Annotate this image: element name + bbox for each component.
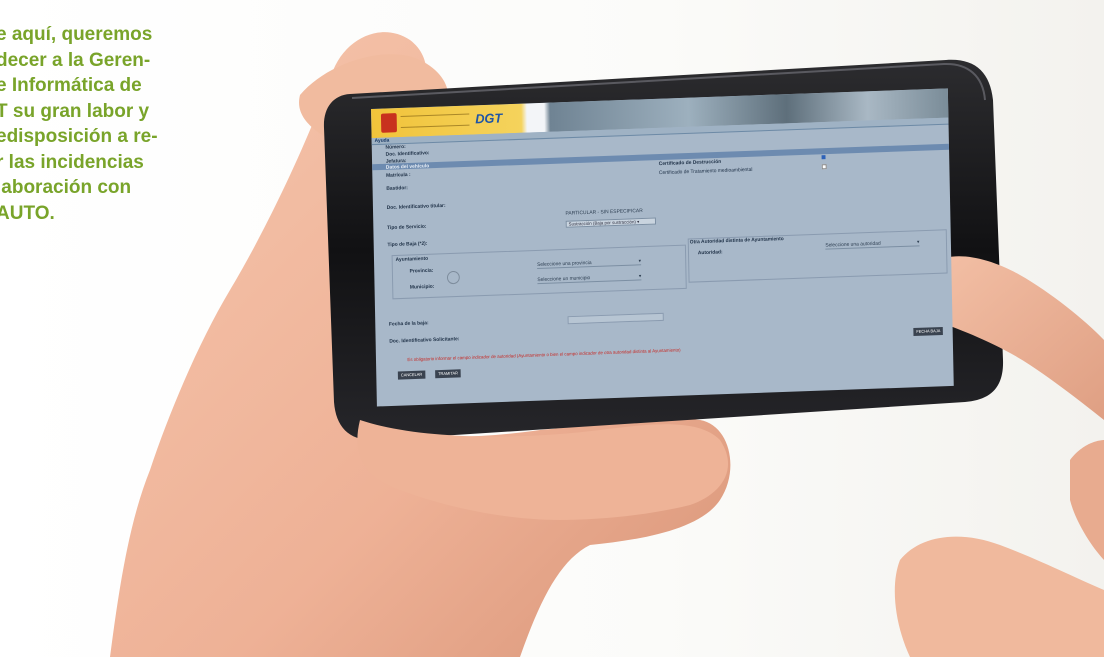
bastidor-label: Bastidor:: [386, 185, 408, 192]
provincia-label: Provincia:: [409, 267, 434, 275]
right-hand-edge: [1070, 440, 1104, 560]
autoridad-select-value: Seleccione una autoridad: [825, 240, 881, 249]
provincia-select-value: Seleccione una provincia: [537, 260, 592, 269]
tipo-baja-label: Tipo de Baja (*2):: [387, 240, 428, 249]
submit-button[interactable]: TRAMITAR: [435, 369, 461, 379]
error-message: Es obligatorio informar el campo indicad…: [407, 347, 681, 363]
tipo-baja-select[interactable]: Sustracción (Baja por sustracción) ▾: [565, 217, 657, 228]
matricula-label: Matrícula :: [386, 171, 411, 179]
doc-solicitante-label: Doc. Identificativo Solicitante:: [389, 336, 460, 345]
fecha-baja-input[interactable]: [567, 312, 664, 325]
ministry-logo: [400, 113, 470, 129]
dgt-logo: DGT: [475, 110, 503, 127]
chevron-down-icon: ▾: [638, 258, 642, 265]
chevron-down-icon: ▾: [638, 273, 642, 280]
doc-identificativo-label: Doc. Identificativo:: [385, 150, 430, 158]
certificado-destruccion-checkbox[interactable]: [821, 155, 826, 160]
section-title: Datos del vehículo: [385, 163, 430, 171]
phone-screen: DGT Ayuda Número: Doc. Identificativo: J…: [371, 88, 954, 407]
fecha-baja-label: Fecha de la baja:: [388, 320, 429, 328]
spain-coat-of-arms-icon: [380, 113, 397, 133]
tipo-servicio-value: PARTICULAR - SIN ESPECIFICAR: [565, 207, 643, 217]
ayuntamiento-group: [391, 244, 687, 300]
cancel-button[interactable]: CANCELAR: [397, 370, 426, 380]
numero-label: Número:: [385, 143, 406, 151]
fecha-baja-button[interactable]: FECHA BAJA: [913, 326, 944, 337]
municipio-label: Municipio:: [409, 283, 435, 291]
municipio-select-value: Seleccione un municipio: [537, 275, 591, 284]
help-link[interactable]: Ayuda: [375, 138, 390, 145]
ayuntamiento-title: Ayuntamiento: [395, 255, 429, 263]
certificado-destruccion-label: Certificado de Destrucción: [658, 158, 722, 168]
right-thumb: [894, 536, 1104, 657]
autoridad-label: Autoridad:: [697, 249, 723, 257]
certificado-medioambiental-checkbox[interactable]: [821, 164, 827, 170]
certificado-medioambiental-label: Certificado de Tratamiento medioambienta…: [658, 166, 753, 177]
tipo-baja-select-value: Sustracción (Baja por sustracción): [568, 219, 636, 227]
tipo-servicio-label: Tipo de Servicio:: [387, 223, 427, 232]
doc-titular-label: Doc. Identificativo titular:: [386, 202, 446, 212]
chevron-down-icon: ▾: [916, 239, 920, 246]
